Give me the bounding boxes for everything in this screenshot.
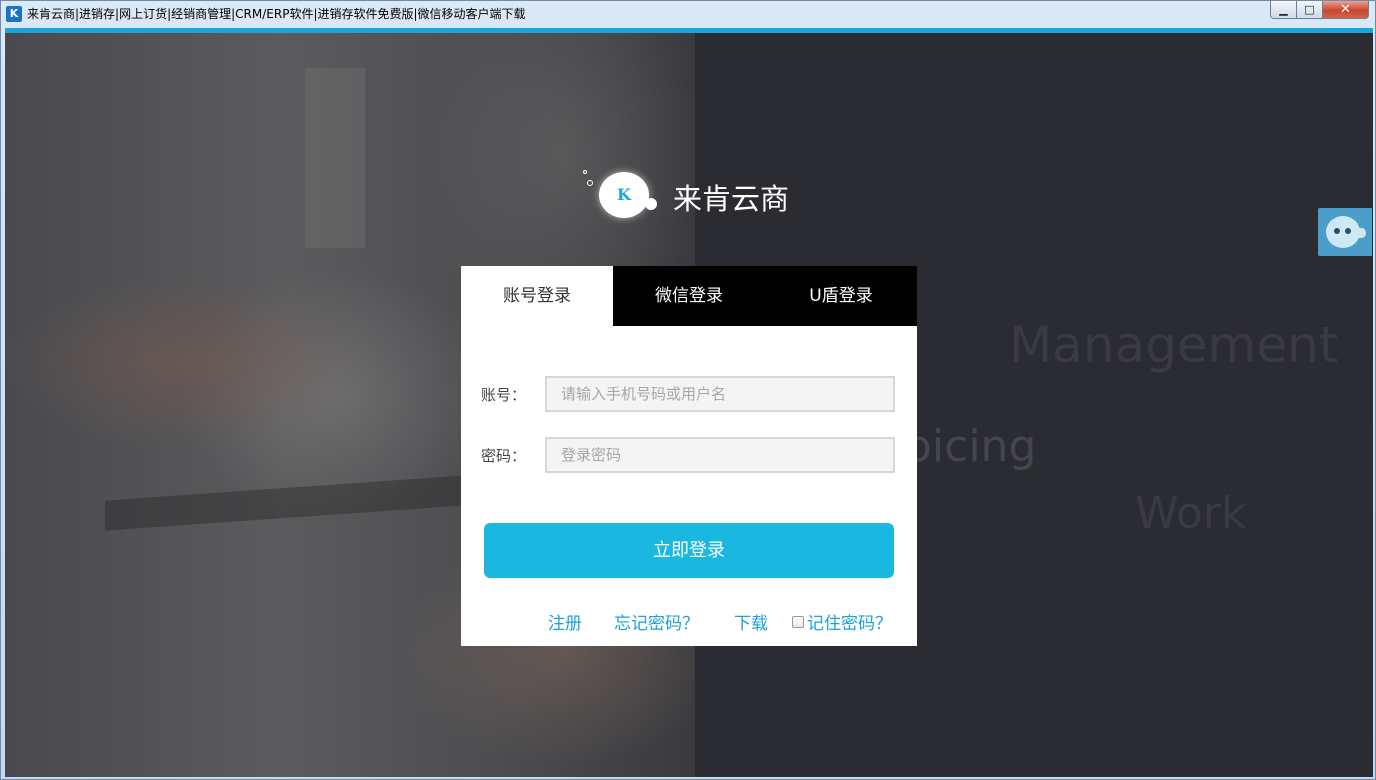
password-label: 密码： <box>481 447 527 465</box>
mascot-eye <box>1334 228 1340 234</box>
download-link[interactable]: 下载 <box>734 609 768 634</box>
brand-logo: K 来肯云商 <box>583 168 823 228</box>
mascot-icon <box>1326 216 1360 248</box>
mascot-fin <box>1358 228 1366 238</box>
logo-bubble-dot <box>587 180 593 186</box>
account-label: 账号： <box>481 386 527 404</box>
brand-name: 来肯云商 <box>673 182 790 216</box>
remember-label: 记住密码？ <box>807 614 892 634</box>
background-decoration <box>305 68 365 248</box>
background-word-invoicing: oicing <box>905 421 1037 472</box>
maximize-button[interactable]: □ <box>1297 1 1323 19</box>
forgot-password-link[interactable]: 忘记密码？ <box>614 609 699 634</box>
app-icon: K <box>6 6 22 22</box>
minimize-button[interactable]: ▁ <box>1270 1 1297 19</box>
background-word-management: Management <box>1009 316 1339 374</box>
logo-bubble-dot <box>583 170 587 174</box>
window-controls: ▁ □ ✕ <box>1270 1 1369 19</box>
client-area: Management oicing Work K 来肯云商 账号登录 微信登录 … <box>5 28 1373 777</box>
side-float-widget[interactable] <box>1318 208 1372 256</box>
tab-wechat-login[interactable]: 微信登录 <box>613 266 765 326</box>
app-window: K 来肯云商|进销存|网上订货|经销商管理|CRM/ERP软件|进销存软件免费版… <box>0 0 1376 780</box>
background-word-work: Work <box>1135 488 1247 539</box>
login-panel: 账号登录 微信登录 U盾登录 账号： 密码： 立即登录 注册 忘记密码？ 下载 … <box>461 266 917 646</box>
login-links: 注册 忘记密码？ 下载 记住密码？ <box>461 609 917 634</box>
title-bar[interactable]: K 来肯云商|进销存|网上订货|经销商管理|CRM/ERP软件|进销存软件免费版… <box>1 1 1375 27</box>
maximize-icon: □ <box>1304 3 1315 16</box>
minimize-icon: ▁ <box>1279 3 1288 16</box>
tab-ukey-login[interactable]: U盾登录 <box>765 266 917 326</box>
remember-checkbox[interactable] <box>792 615 804 628</box>
remember-password[interactable]: 记住密码？ <box>792 609 892 634</box>
close-button[interactable]: ✕ <box>1323 1 1369 19</box>
window-title: 来肯云商|进销存|网上订货|经销商管理|CRM/ERP软件|进销存软件免费版|微… <box>27 7 526 21</box>
account-input[interactable] <box>545 376 895 412</box>
password-input[interactable] <box>545 437 895 473</box>
login-tabs: 账号登录 微信登录 U盾登录 <box>461 266 917 326</box>
tab-account-login[interactable]: 账号登录 <box>461 266 613 326</box>
register-link[interactable]: 注册 <box>548 609 582 634</box>
login-button[interactable]: 立即登录 <box>484 523 894 578</box>
logo-letter: K <box>617 185 631 204</box>
close-icon: ✕ <box>1340 2 1351 17</box>
logo-bubble-dot <box>645 198 657 210</box>
mascot-eye <box>1345 228 1351 234</box>
